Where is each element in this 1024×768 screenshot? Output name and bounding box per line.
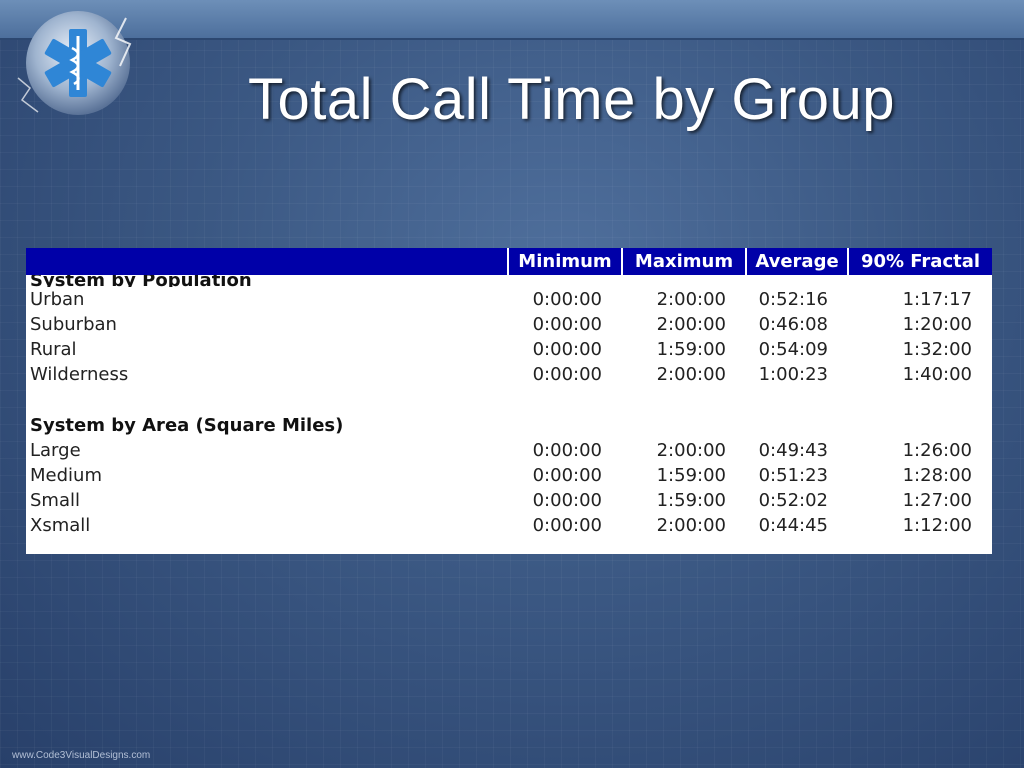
- column-header-average: Average: [745, 248, 848, 275]
- cell-average: 0:51:23: [758, 465, 828, 486]
- cell-maximum: 1:59:00: [656, 339, 726, 360]
- row-label: Suburban: [30, 314, 117, 335]
- table-row: Urban 0:00:00 2:00:00 0:52:16 1:17:17: [26, 287, 992, 312]
- table-row: Wilderness 0:00:00 2:00:00 1:00:23 1:40:…: [26, 362, 992, 387]
- row-label: Wilderness: [30, 364, 129, 385]
- section-heading-row: System by Area (Square Miles): [26, 413, 992, 438]
- row-label: Small: [30, 490, 80, 511]
- table-row: Xsmall 0:00:00 2:00:00 0:44:45 1:12:00: [26, 513, 992, 538]
- slide-title: Total Call Time by Group: [248, 67, 896, 132]
- footer-credit: www.Code3VisualDesigns.com: [12, 750, 151, 761]
- table-row: Rural 0:00:00 1:59:00 0:54:09 1:32:00: [26, 337, 992, 362]
- section-heading-row: System by Population: [26, 275, 992, 287]
- cell-average: 0:54:09: [758, 339, 828, 360]
- cell-maximum: 1:59:00: [656, 490, 726, 511]
- row-label: Large: [30, 440, 81, 461]
- cell-average: 0:46:08: [758, 314, 828, 335]
- table-row: Large 0:00:00 2:00:00 0:49:43 1:26:00: [26, 438, 992, 463]
- row-label: Rural: [30, 339, 77, 360]
- cell-maximum: 2:00:00: [656, 440, 726, 461]
- cell-average: 0:49:43: [758, 440, 828, 461]
- cell-minimum: 0:00:00: [532, 515, 602, 536]
- spacer-row: [26, 387, 992, 413]
- row-label: Urban: [30, 289, 85, 310]
- header-row: Minimum Maximum Average 90% Fractal: [26, 248, 992, 275]
- cell-maximum: 1:59:00: [656, 465, 726, 486]
- cell-minimum: 0:00:00: [532, 339, 602, 360]
- table-row: Medium 0:00:00 1:59:00 0:51:23 1:28:00: [26, 463, 992, 488]
- cell-90-fractal: 1:20:00: [902, 314, 972, 335]
- column-header-maximum: Maximum: [621, 248, 746, 275]
- table-row: Suburban 0:00:00 2:00:00 0:46:08 1:20:00: [26, 312, 992, 337]
- row-label: Xsmall: [30, 515, 91, 536]
- cell-minimum: 0:00:00: [532, 314, 602, 335]
- section-heading: System by Area (Square Miles): [30, 415, 344, 436]
- cell-maximum: 2:00:00: [656, 314, 726, 335]
- column-header-label: [26, 248, 508, 275]
- cell-average: 0:52:02: [758, 490, 828, 511]
- cell-maximum: 2:00:00: [656, 289, 726, 310]
- table-row: Small 0:00:00 1:59:00 0:52:02 1:27:00: [26, 488, 992, 513]
- cell-90-fractal: 1:17:17: [902, 289, 972, 310]
- cell-90-fractal: 1:28:00: [902, 465, 972, 486]
- cell-minimum: 0:00:00: [532, 465, 602, 486]
- call-time-table: Minimum Maximum Average 90% Fractal Syst…: [26, 248, 992, 538]
- row-label: Medium: [30, 465, 102, 486]
- cell-90-fractal: 1:12:00: [902, 515, 972, 536]
- cell-minimum: 0:00:00: [532, 289, 602, 310]
- cell-maximum: 2:00:00: [656, 364, 726, 385]
- column-header-90-fractal: 90% Fractal: [847, 248, 992, 275]
- cell-average: 0:52:16: [758, 289, 828, 310]
- cell-maximum: 2:00:00: [656, 515, 726, 536]
- section-heading: System by Population: [30, 275, 252, 287]
- cell-90-fractal: 1:32:00: [902, 339, 972, 360]
- cell-minimum: 0:00:00: [532, 440, 602, 461]
- data-table-panel: Minimum Maximum Average 90% Fractal Syst…: [26, 248, 992, 554]
- top-band: [0, 0, 1024, 40]
- cell-average: 1:00:23: [758, 364, 828, 385]
- cell-90-fractal: 1:40:00: [902, 364, 972, 385]
- star-of-life-icon: [17, 11, 132, 115]
- column-header-minimum: Minimum: [507, 248, 622, 275]
- cell-minimum: 0:00:00: [532, 364, 602, 385]
- cell-90-fractal: 1:26:00: [902, 440, 972, 461]
- cell-90-fractal: 1:27:00: [902, 490, 972, 511]
- cell-average: 0:44:45: [758, 515, 828, 536]
- cell-minimum: 0:00:00: [532, 490, 602, 511]
